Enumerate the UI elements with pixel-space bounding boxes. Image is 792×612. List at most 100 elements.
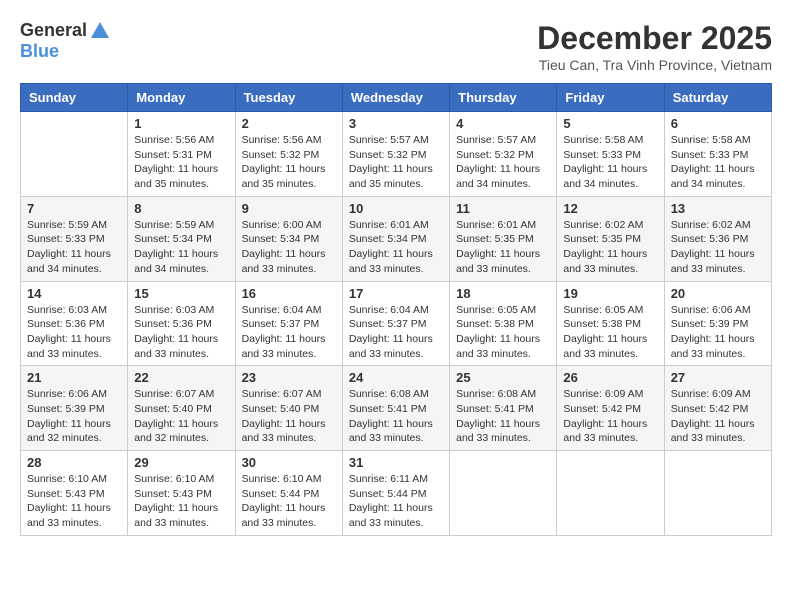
day-info: Sunrise: 6:10 AMSunset: 5:43 PMDaylight:… [134, 472, 228, 531]
calendar-week-row: 28 Sunrise: 6:10 AMSunset: 5:43 PMDayligh… [21, 451, 772, 536]
day-info: Sunrise: 5:58 AMSunset: 5:33 PMDaylight:… [563, 133, 657, 192]
day-number: 23 [242, 370, 336, 385]
day-number: 14 [27, 286, 121, 301]
day-header-saturday: Saturday [664, 84, 771, 112]
day-header-thursday: Thursday [450, 84, 557, 112]
calendar-cell: 25Sunrise: 6:08 AMSunset: 5:41 PMDayligh… [450, 366, 557, 451]
calendar-cell: 30 Sunrise: 6:10 AMSunset: 5:44 PMDayligh… [235, 451, 342, 536]
day-info: Sunrise: 5:58 AMSunset: 5:33 PMDaylight:… [671, 133, 765, 192]
logo-general: General [20, 21, 87, 41]
day-info: Sunrise: 6:07 AMSunset: 5:40 PMDaylight:… [134, 387, 228, 446]
day-info: Sunrise: 6:00 AMSunset: 5:34 PMDaylight:… [242, 218, 336, 277]
day-info: Sunrise: 5:56 AMSunset: 5:31 PMDaylight:… [134, 133, 228, 192]
calendar-week-row: 14 Sunrise: 6:03 AMSunset: 5:36 PMDayligh… [21, 281, 772, 366]
day-info: Sunrise: 6:10 AMSunset: 5:44 PMDaylight:… [242, 472, 336, 531]
day-info: Sunrise: 6:10 AMSunset: 5:43 PMDaylight:… [27, 472, 121, 531]
day-number: 5 [563, 116, 657, 131]
calendar-cell: 10Sunrise: 6:01 AMSunset: 5:34 PMDayligh… [342, 196, 449, 281]
day-number: 8 [134, 201, 228, 216]
calendar-cell: 11 Sunrise: 6:01 AMSunset: 5:35 PMDayligh… [450, 196, 557, 281]
day-info: Sunrise: 6:09 AMSunset: 5:42 PMDaylight:… [563, 387, 657, 446]
day-info: Sunrise: 6:03 AMSunset: 5:36 PMDaylight:… [134, 303, 228, 362]
day-info: Sunrise: 6:11 AMSunset: 5:44 PMDaylight:… [349, 472, 443, 531]
day-number: 28 [27, 455, 121, 470]
calendar-cell: 17 Sunrise: 6:04 AMSunset: 5:37 PMDayligh… [342, 281, 449, 366]
day-number: 10 [349, 201, 443, 216]
day-header-wednesday: Wednesday [342, 84, 449, 112]
calendar-cell: 4 Sunrise: 5:57 AMSunset: 5:32 PMDaylight… [450, 112, 557, 197]
day-info: Sunrise: 5:57 AMSunset: 5:32 PMDaylight:… [456, 133, 550, 192]
calendar-week-row: 1 Sunrise: 5:56 AMSunset: 5:31 PMDaylight… [21, 112, 772, 197]
day-number: 18 [456, 286, 550, 301]
calendar-cell: 15Sunrise: 6:03 AMSunset: 5:36 PMDayligh… [128, 281, 235, 366]
calendar-cell: 1 Sunrise: 5:56 AMSunset: 5:31 PMDaylight… [128, 112, 235, 197]
page-header: General Blue December 2025 Tieu Can, Tra… [20, 20, 772, 73]
day-info: Sunrise: 6:03 AMSunset: 5:36 PMDaylight:… [27, 303, 121, 362]
calendar-cell: 22 Sunrise: 6:07 AMSunset: 5:40 PMDayligh… [128, 366, 235, 451]
day-info: Sunrise: 6:08 AMSunset: 5:41 PMDaylight:… [456, 387, 550, 446]
title-section: December 2025 Tieu Can, Tra Vinh Provinc… [537, 20, 772, 73]
calendar-cell: 19Sunrise: 6:05 AMSunset: 5:38 PMDayligh… [557, 281, 664, 366]
day-number: 13 [671, 201, 765, 216]
day-info: Sunrise: 6:01 AMSunset: 5:35 PMDaylight:… [456, 218, 550, 277]
calendar-week-row: 21 Sunrise: 6:06 AMSunset: 5:39 PMDayligh… [21, 366, 772, 451]
logo-blue: Blue [20, 41, 59, 61]
logo: General Blue [20, 20, 111, 62]
day-header-sunday: Sunday [21, 84, 128, 112]
day-number: 11 [456, 201, 550, 216]
calendar-header-row: SundayMondayTuesdayWednesdayThursdayFrid… [21, 84, 772, 112]
day-info: Sunrise: 6:02 AMSunset: 5:36 PMDaylight:… [671, 218, 765, 277]
day-info: Sunrise: 6:04 AMSunset: 5:37 PMDaylight:… [349, 303, 443, 362]
day-info: Sunrise: 5:59 AMSunset: 5:33 PMDaylight:… [27, 218, 121, 277]
day-number: 20 [671, 286, 765, 301]
day-number: 16 [242, 286, 336, 301]
day-info: Sunrise: 6:09 AMSunset: 5:42 PMDaylight:… [671, 387, 765, 446]
day-number: 21 [27, 370, 121, 385]
calendar-cell: 29Sunrise: 6:10 AMSunset: 5:43 PMDayligh… [128, 451, 235, 536]
calendar-week-row: 7 Sunrise: 5:59 AMSunset: 5:33 PMDaylight… [21, 196, 772, 281]
calendar-cell: 6 Sunrise: 5:58 AMSunset: 5:33 PMDaylight… [664, 112, 771, 197]
calendar-cell: 13 Sunrise: 6:02 AMSunset: 5:36 PMDayligh… [664, 196, 771, 281]
day-number: 30 [242, 455, 336, 470]
calendar-cell: 2 Sunrise: 5:56 AMSunset: 5:32 PMDaylight… [235, 112, 342, 197]
day-number: 19 [563, 286, 657, 301]
calendar-cell [557, 451, 664, 536]
day-header-monday: Monday [128, 84, 235, 112]
day-header-friday: Friday [557, 84, 664, 112]
day-number: 4 [456, 116, 550, 131]
day-number: 17 [349, 286, 443, 301]
calendar-cell: 7 Sunrise: 5:59 AMSunset: 5:33 PMDaylight… [21, 196, 128, 281]
calendar-cell: 9 Sunrise: 6:00 AMSunset: 5:34 PMDaylight… [235, 196, 342, 281]
day-header-tuesday: Tuesday [235, 84, 342, 112]
calendar-cell: 8 Sunrise: 5:59 AMSunset: 5:34 PMDaylight… [128, 196, 235, 281]
calendar-cell: 26Sunrise: 6:09 AMSunset: 5:42 PMDayligh… [557, 366, 664, 451]
calendar-table: SundayMondayTuesdayWednesdayThursdayFrid… [20, 83, 772, 536]
day-number: 1 [134, 116, 228, 131]
day-number: 22 [134, 370, 228, 385]
day-number: 2 [242, 116, 336, 131]
calendar-cell [21, 112, 128, 197]
day-number: 9 [242, 201, 336, 216]
day-info: Sunrise: 5:56 AMSunset: 5:32 PMDaylight:… [242, 133, 336, 192]
calendar-cell: 5 Sunrise: 5:58 AMSunset: 5:33 PMDaylight… [557, 112, 664, 197]
calendar-cell: 28 Sunrise: 6:10 AMSunset: 5:43 PMDayligh… [21, 451, 128, 536]
day-info: Sunrise: 5:59 AMSunset: 5:34 PMDaylight:… [134, 218, 228, 277]
day-number: 12 [563, 201, 657, 216]
day-number: 3 [349, 116, 443, 131]
calendar-cell [450, 451, 557, 536]
day-info: Sunrise: 6:07 AMSunset: 5:40 PMDaylight:… [242, 387, 336, 446]
calendar-cell: 3 Sunrise: 5:57 AMSunset: 5:32 PMDaylight… [342, 112, 449, 197]
day-info: Sunrise: 6:06 AMSunset: 5:39 PMDaylight:… [671, 303, 765, 362]
calendar-cell: 20 Sunrise: 6:06 AMSunset: 5:39 PMDayligh… [664, 281, 771, 366]
day-number: 6 [671, 116, 765, 131]
day-number: 31 [349, 455, 443, 470]
day-info: Sunrise: 5:57 AMSunset: 5:32 PMDaylight:… [349, 133, 443, 192]
calendar-cell: 24Sunrise: 6:08 AMSunset: 5:41 PMDayligh… [342, 366, 449, 451]
day-number: 27 [671, 370, 765, 385]
day-number: 7 [27, 201, 121, 216]
day-info: Sunrise: 6:06 AMSunset: 5:39 PMDaylight:… [27, 387, 121, 446]
day-info: Sunrise: 6:05 AMSunset: 5:38 PMDaylight:… [456, 303, 550, 362]
calendar-cell: 31 Sunrise: 6:11 AMSunset: 5:44 PMDayligh… [342, 451, 449, 536]
day-info: Sunrise: 6:02 AMSunset: 5:35 PMDaylight:… [563, 218, 657, 277]
calendar-cell [664, 451, 771, 536]
